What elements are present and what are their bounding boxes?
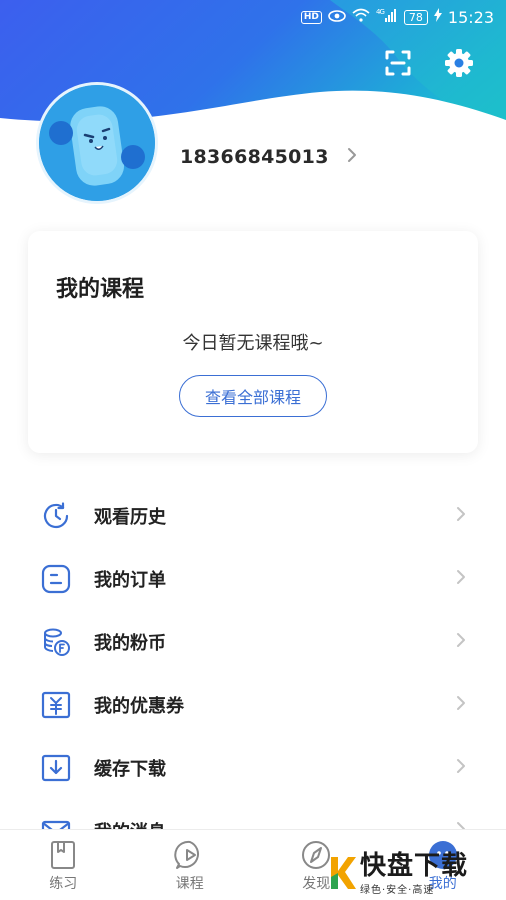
battery-level: 78 [403,9,428,25]
menu-item-my-orders[interactable]: 我的订单 [0,547,506,610]
menu-item-label: 我的优惠券 [94,695,184,717]
my-courses-card: 我的课程 今日暂无课程哦~ 查看全部课程 [28,231,478,453]
order-icon [40,563,72,595]
watermark-k-logo [331,857,356,889]
menu-item-label: 我的订单 [94,569,166,591]
mascot-avatar-image [39,85,155,201]
menu-item-downloads[interactable]: 缓存下载 [0,736,506,799]
menu-item-label: 我的粉币 [94,632,166,654]
charging-icon [433,8,442,26]
menu-item-my-coins[interactable]: 我的粉币 [0,610,506,673]
menu-item-my-coupons[interactable]: 我的优惠券 [0,673,506,736]
download-icon [40,752,72,784]
avatar[interactable] [36,82,158,204]
empty-courses-text: 今日暂无课程哦~ [182,333,324,354]
coin-icon [40,626,72,658]
scan-icon [385,50,411,76]
wifi-icon [352,8,370,26]
watermark-title: 快盘下载 [360,850,469,881]
chevron-right-icon [456,506,466,526]
play-icon [174,840,199,869]
card-title: 我的课程 [56,277,145,302]
watermark-tagline: 绿色·安全·高速 [360,884,435,896]
tab-label: 课程 [175,876,204,892]
tab-courses[interactable]: 课程 [127,830,254,900]
settings-button[interactable] [442,46,476,80]
menu-item-watch-history[interactable]: 观看历史 [0,484,506,547]
gear-icon [445,49,473,77]
tab-label: 发现 [302,876,331,892]
chevron-right-icon [347,147,357,167]
tab-label: 练习 [49,876,78,892]
phone-number: 18366845013 [180,146,329,168]
clock: 15:23 [447,7,494,27]
tab-practice[interactable]: 练习 [0,830,127,900]
menu-list: 观看历史 我的订单 我的粉币 我的优惠券 缓存下载 我的消息 [0,484,506,862]
svg-text:4G: 4G [376,8,384,16]
chevron-right-icon [456,695,466,715]
menu-item-label: 缓存下载 [94,758,166,780]
view-all-courses-button[interactable]: 查看全部课程 [179,375,327,417]
book-icon [51,841,76,869]
chevron-right-icon [456,758,466,778]
hd-indicator: HD [300,10,322,24]
account-link[interactable]: 18366845013 [180,146,357,168]
coupon-icon [40,689,72,721]
scan-button[interactable] [381,46,415,80]
eye-icon [328,8,346,26]
chevron-right-icon [456,632,466,652]
watermark-logo: 快盘下载 绿色·安全·高速 [328,846,506,900]
status-bar: HD 4G 78 15:23 [0,0,506,34]
signal-icon: 4G [376,7,398,27]
chevron-right-icon [456,569,466,589]
clock-history-icon [40,500,72,532]
menu-item-label: 观看历史 [94,506,166,528]
